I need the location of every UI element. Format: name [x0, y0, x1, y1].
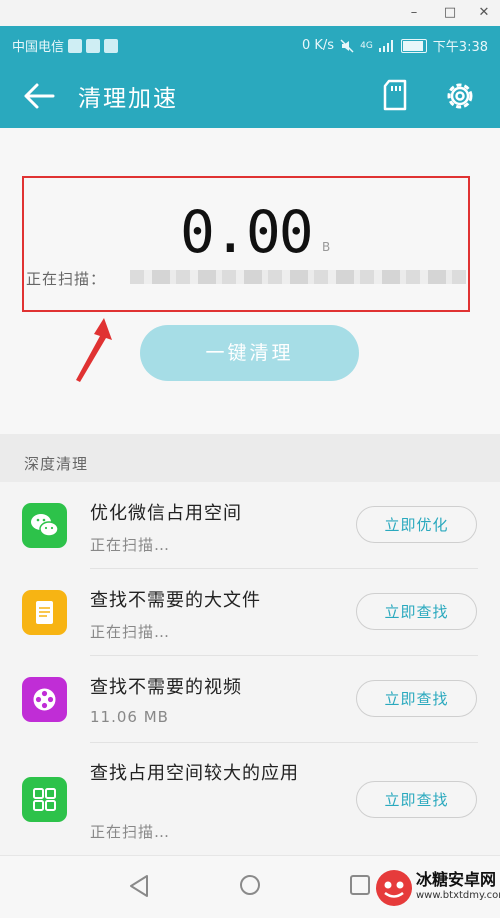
junk-size-unit: B: [322, 240, 331, 254]
optimize-wechat-button[interactable]: 立即优化: [356, 506, 477, 543]
list-item-large-files[interactable]: 查找不需要的大文件 正在扫描… 立即查找: [0, 569, 500, 655]
close-button[interactable]: ✕: [472, 3, 496, 23]
list-item-large-apps[interactable]: 查找占用空间较大的应用 正在扫描… 立即查找: [0, 743, 500, 853]
page-title: 清理加速: [78, 86, 178, 112]
network-type: 4G: [360, 40, 373, 51]
maximize-button[interactable]: □: [438, 3, 462, 23]
nav-home-icon[interactable]: [239, 874, 261, 896]
notification-icon: [86, 38, 101, 53]
deep-clean-section-header: 深度清理: [0, 434, 500, 482]
apps-grid-icon: [22, 777, 67, 822]
item-subtitle: 正在扫描…: [90, 536, 171, 554]
item-title: 查找不需要的大文件: [90, 590, 261, 611]
junk-size-value: 0.00: [180, 198, 314, 266]
minimize-button[interactable]: –: [402, 3, 426, 23]
item-title: 查找占用空间较大的应用: [90, 763, 299, 784]
one-click-clean-button[interactable]: 一键清理: [140, 325, 359, 381]
back-arrow-icon[interactable]: [22, 80, 56, 112]
document-icon: [22, 590, 67, 635]
scanning-path-blurred: [130, 270, 466, 284]
settings-gear-icon[interactable]: [443, 79, 477, 113]
clock: 下午3:38: [432, 40, 488, 55]
watermark-url: www.btxtdmy.com: [416, 890, 500, 901]
battery-icon: [400, 38, 427, 53]
notification-icon: [104, 38, 119, 53]
scan-panel: 0.00 B 正在扫描： 一键清理: [0, 128, 500, 434]
find-large-apps-button[interactable]: 立即查找: [356, 781, 477, 818]
watermark-logo-icon: [376, 870, 412, 906]
find-large-files-button[interactable]: 立即查找: [356, 593, 477, 630]
video-reel-icon: [22, 677, 67, 722]
sd-card-icon[interactable]: [380, 78, 410, 112]
app-bar: 清理加速: [0, 64, 500, 128]
find-videos-button[interactable]: 立即查找: [356, 680, 477, 717]
annotation-arrow-icon: [76, 318, 112, 382]
nav-back-icon[interactable]: [128, 874, 150, 898]
mute-icon: [340, 38, 354, 53]
signal-icon: [378, 39, 393, 52]
wechat-icon: [22, 503, 67, 548]
carrier-label: 中国电信: [12, 40, 65, 55]
item-subtitle: 正在扫描…: [90, 823, 171, 841]
nav-recent-apps-icon[interactable]: [349, 874, 371, 896]
item-title: 查找不需要的视频: [90, 677, 242, 698]
list-item-videos[interactable]: 查找不需要的视频 11.06 MB 立即查找: [0, 656, 500, 742]
window-title-bar: – □ ✕: [0, 0, 500, 26]
watermark-name: 冰糖安卓网: [416, 870, 497, 889]
section-title: 深度清理: [24, 455, 89, 473]
item-title: 优化微信占用空间: [90, 503, 242, 524]
scanning-label: 正在扫描：: [26, 270, 107, 288]
list-item-wechat[interactable]: 优化微信占用空间 正在扫描… 立即优化: [0, 482, 500, 568]
item-subtitle: 11.06 MB: [90, 708, 169, 726]
item-subtitle: 正在扫描…: [90, 623, 171, 641]
network-speed: 0 K/s: [302, 38, 335, 53]
notification-icon: [68, 38, 83, 53]
site-watermark: 冰糖安卓网 www.btxtdmy.com: [372, 862, 500, 917]
status-bar: 中国电信 0 K/s 4G 下午3:38: [0, 26, 500, 64]
